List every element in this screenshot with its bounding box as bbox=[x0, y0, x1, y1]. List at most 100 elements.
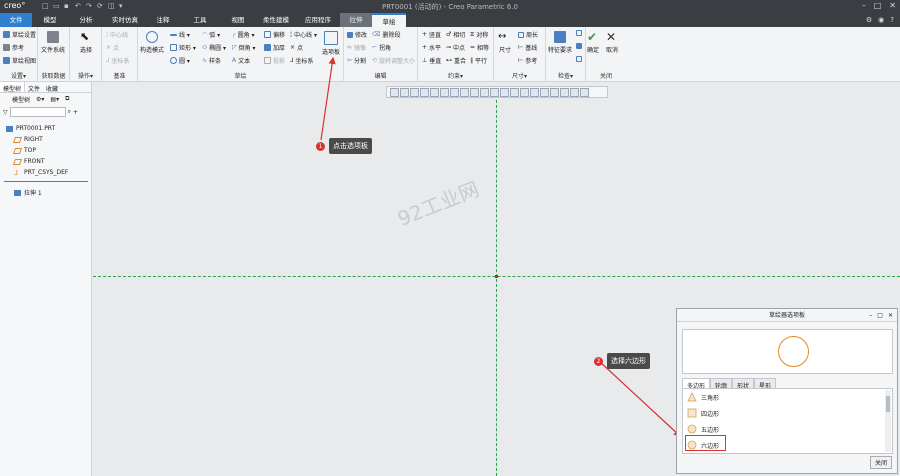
ok-button[interactable]: ✔ 确定 bbox=[587, 31, 599, 54]
tree-item-right[interactable]: RIGHT bbox=[12, 136, 43, 143]
close-icon[interactable]: ✕ bbox=[888, 309, 893, 322]
tab-folder-browser[interactable]: 文件 bbox=[25, 82, 43, 93]
add-icon[interactable]: + bbox=[73, 109, 78, 116]
tree-item-part[interactable]: PRT0001.PRT bbox=[6, 125, 55, 132]
repaint-icon[interactable] bbox=[420, 88, 429, 97]
help-icon[interactable]: ? bbox=[890, 16, 894, 24]
dimension-button[interactable]: ↔ 尺寸 bbox=[498, 31, 512, 54]
sketch-view-toolbar-icon[interactable] bbox=[560, 88, 569, 97]
tab-favorites[interactable]: 收藏 bbox=[43, 82, 61, 93]
text-button[interactable]: A 文本 bbox=[232, 56, 250, 65]
mirror-button[interactable]: ⇋ 镜像 bbox=[347, 43, 366, 52]
annotation-display-icon[interactable] bbox=[470, 88, 479, 97]
tab-file[interactable]: 文件 bbox=[0, 13, 32, 27]
datum-centerline-button[interactable]: ¦ 中心线 bbox=[106, 30, 128, 39]
maximize-icon[interactable]: □ bbox=[874, 1, 882, 10]
overlap-geometry-icon[interactable] bbox=[550, 88, 559, 97]
search-icon[interactable]: ⌕ bbox=[68, 108, 71, 116]
refit-icon[interactable] bbox=[390, 88, 399, 97]
rectangle-button[interactable]: 矩形 ▾ bbox=[170, 43, 196, 52]
datum-display-icon[interactable] bbox=[460, 88, 469, 97]
tab-model-tree[interactable]: 模型树 bbox=[0, 82, 26, 93]
dimension-display-icon[interactable] bbox=[490, 88, 499, 97]
settings-icon[interactable]: ⚙ bbox=[866, 16, 872, 24]
tab-analysis[interactable]: 分析 bbox=[68, 13, 104, 27]
list-item-triangle[interactable]: 三角形 bbox=[687, 392, 719, 402]
feature-requirements-button[interactable]: 特征要求 bbox=[548, 31, 572, 54]
tab-applications[interactable]: 应用程序 bbox=[296, 13, 340, 27]
tab-live-simulation[interactable]: 实时仿真 bbox=[104, 13, 146, 27]
scrollbar-thumb[interactable] bbox=[886, 396, 890, 412]
sketch-view-button[interactable]: 草绘视图 bbox=[3, 56, 36, 65]
thicken-button[interactable]: 加厚 bbox=[264, 43, 285, 52]
corner-button[interactable]: ⌐ 拐角 bbox=[372, 43, 391, 52]
constraint-display-icon[interactable] bbox=[500, 88, 509, 97]
group-label-constrain[interactable]: 约束▾ bbox=[418, 71, 493, 80]
reference-dimension-button[interactable]: ⊢ 参考 bbox=[518, 56, 537, 65]
spline-button[interactable]: ∿ 样条 bbox=[202, 56, 221, 65]
group-label-dimension[interactable]: 尺寸▾ bbox=[494, 71, 545, 80]
tree-collapse-icon[interactable]: ⧉ bbox=[65, 95, 69, 103]
tab-extrude[interactable]: 拉伸 bbox=[340, 13, 372, 27]
sketch-csys-button[interactable]: ⅃ 坐标系 bbox=[290, 56, 313, 65]
tab-model[interactable]: 模型 bbox=[32, 13, 68, 27]
close-button[interactable]: 关闭 bbox=[869, 456, 892, 469]
group-label-operations[interactable]: 操作▾ bbox=[70, 71, 101, 80]
tangent-constraint-button[interactable]: ♂ 相切 bbox=[446, 30, 465, 39]
group-label-setup[interactable]: 设置▾ bbox=[0, 71, 37, 80]
cancel-button[interactable]: ✕ 取消 bbox=[606, 31, 618, 54]
zoom-out-icon[interactable] bbox=[410, 88, 419, 97]
tree-item-extrude[interactable]: 拉伸 1 bbox=[14, 188, 42, 197]
project-button[interactable]: 投影 bbox=[264, 56, 285, 65]
group-label-inspect[interactable]: 检查▾ bbox=[546, 71, 585, 80]
sketch-setup-button[interactable]: 草绘设置 bbox=[3, 30, 36, 39]
divide-button[interactable]: ✂ 分割 bbox=[347, 56, 366, 65]
datum-point-button[interactable]: × 点 bbox=[106, 43, 119, 52]
horizontal-constraint-button[interactable]: + 水平 bbox=[422, 43, 441, 52]
rotate-resize-button[interactable]: ⟲ 旋转调整大小 bbox=[372, 56, 415, 65]
perpendicular-constraint-button[interactable]: ⊥ 垂直 bbox=[422, 56, 441, 65]
sketch-centerline-button[interactable]: ¦ 中心线 ▾ bbox=[290, 30, 317, 39]
construction-mode-button[interactable]: 构造模式 bbox=[140, 31, 164, 54]
vertical-constraint-button[interactable]: + 竖直 bbox=[422, 30, 441, 39]
tree-item-top[interactable]: TOP bbox=[12, 147, 36, 154]
close-icon[interactable]: ✕ bbox=[889, 1, 896, 10]
minimize-icon[interactable]: – bbox=[862, 1, 866, 10]
list-item-square[interactable]: 四边形 bbox=[687, 408, 719, 418]
vertex-display-icon[interactable] bbox=[520, 88, 529, 97]
delete-segment-button[interactable]: ⌫ 删除段 bbox=[372, 30, 401, 39]
tab-annotate[interactable]: 注释 bbox=[146, 13, 180, 27]
references-button[interactable]: 参考 bbox=[3, 43, 24, 52]
equal-constraint-button[interactable]: = 相等 bbox=[470, 43, 489, 52]
fillet-button[interactable]: ╭ 圆角 ▾ bbox=[232, 30, 255, 39]
modify-button[interactable]: 修改 bbox=[347, 30, 367, 39]
datum-csys-button[interactable]: ⅃ 坐标系 bbox=[106, 56, 129, 65]
parallel-constraint-button[interactable]: ∥ 平行 bbox=[470, 56, 487, 65]
zoom-in-icon[interactable] bbox=[400, 88, 409, 97]
circle-button[interactable]: 圆 ▾ bbox=[170, 56, 190, 65]
midpoint-constraint-button[interactable]: ⊸ 中点 bbox=[446, 43, 465, 52]
inspect-toolbar-icon[interactable] bbox=[570, 88, 579, 97]
symmetric-constraint-button[interactable]: ⧖ 对称 bbox=[470, 30, 488, 40]
saved-orientations-icon[interactable] bbox=[440, 88, 449, 97]
maximize-icon[interactable]: □ bbox=[877, 309, 883, 322]
perimeter-button[interactable]: 周长 bbox=[518, 30, 538, 39]
tree-search-input[interactable] bbox=[9, 107, 66, 117]
chamfer-button[interactable]: ◸ 倒角 ▾ bbox=[232, 43, 256, 52]
tab-view[interactable]: 视图 bbox=[220, 13, 256, 27]
command-search-icon[interactable]: ◉ bbox=[878, 16, 884, 24]
sketch-point-button[interactable]: × 点 bbox=[290, 43, 303, 52]
palette-button[interactable]: 选项板 bbox=[322, 31, 340, 56]
baseline-button[interactable]: ⊢ 基线 bbox=[518, 43, 537, 52]
tree-item-front[interactable]: FRONT bbox=[12, 158, 45, 165]
view-manager-icon[interactable] bbox=[450, 88, 459, 97]
display-style-icon[interactable] bbox=[430, 88, 439, 97]
inspect-tool-3[interactable] bbox=[576, 56, 582, 62]
coincident-constraint-button[interactable]: ⊷ 重合 bbox=[446, 56, 466, 65]
tree-item-csys[interactable]: ⅃ PRT_CSYS_DEF bbox=[14, 169, 68, 176]
list-scrollbar[interactable] bbox=[885, 390, 891, 452]
arc-button[interactable]: ◠ 弧 ▾ bbox=[202, 30, 220, 39]
grid-display-icon[interactable] bbox=[510, 88, 519, 97]
line-button[interactable]: 线 ▾ bbox=[170, 30, 190, 39]
tree-columns-icon[interactable]: ▤▾ bbox=[50, 96, 59, 103]
